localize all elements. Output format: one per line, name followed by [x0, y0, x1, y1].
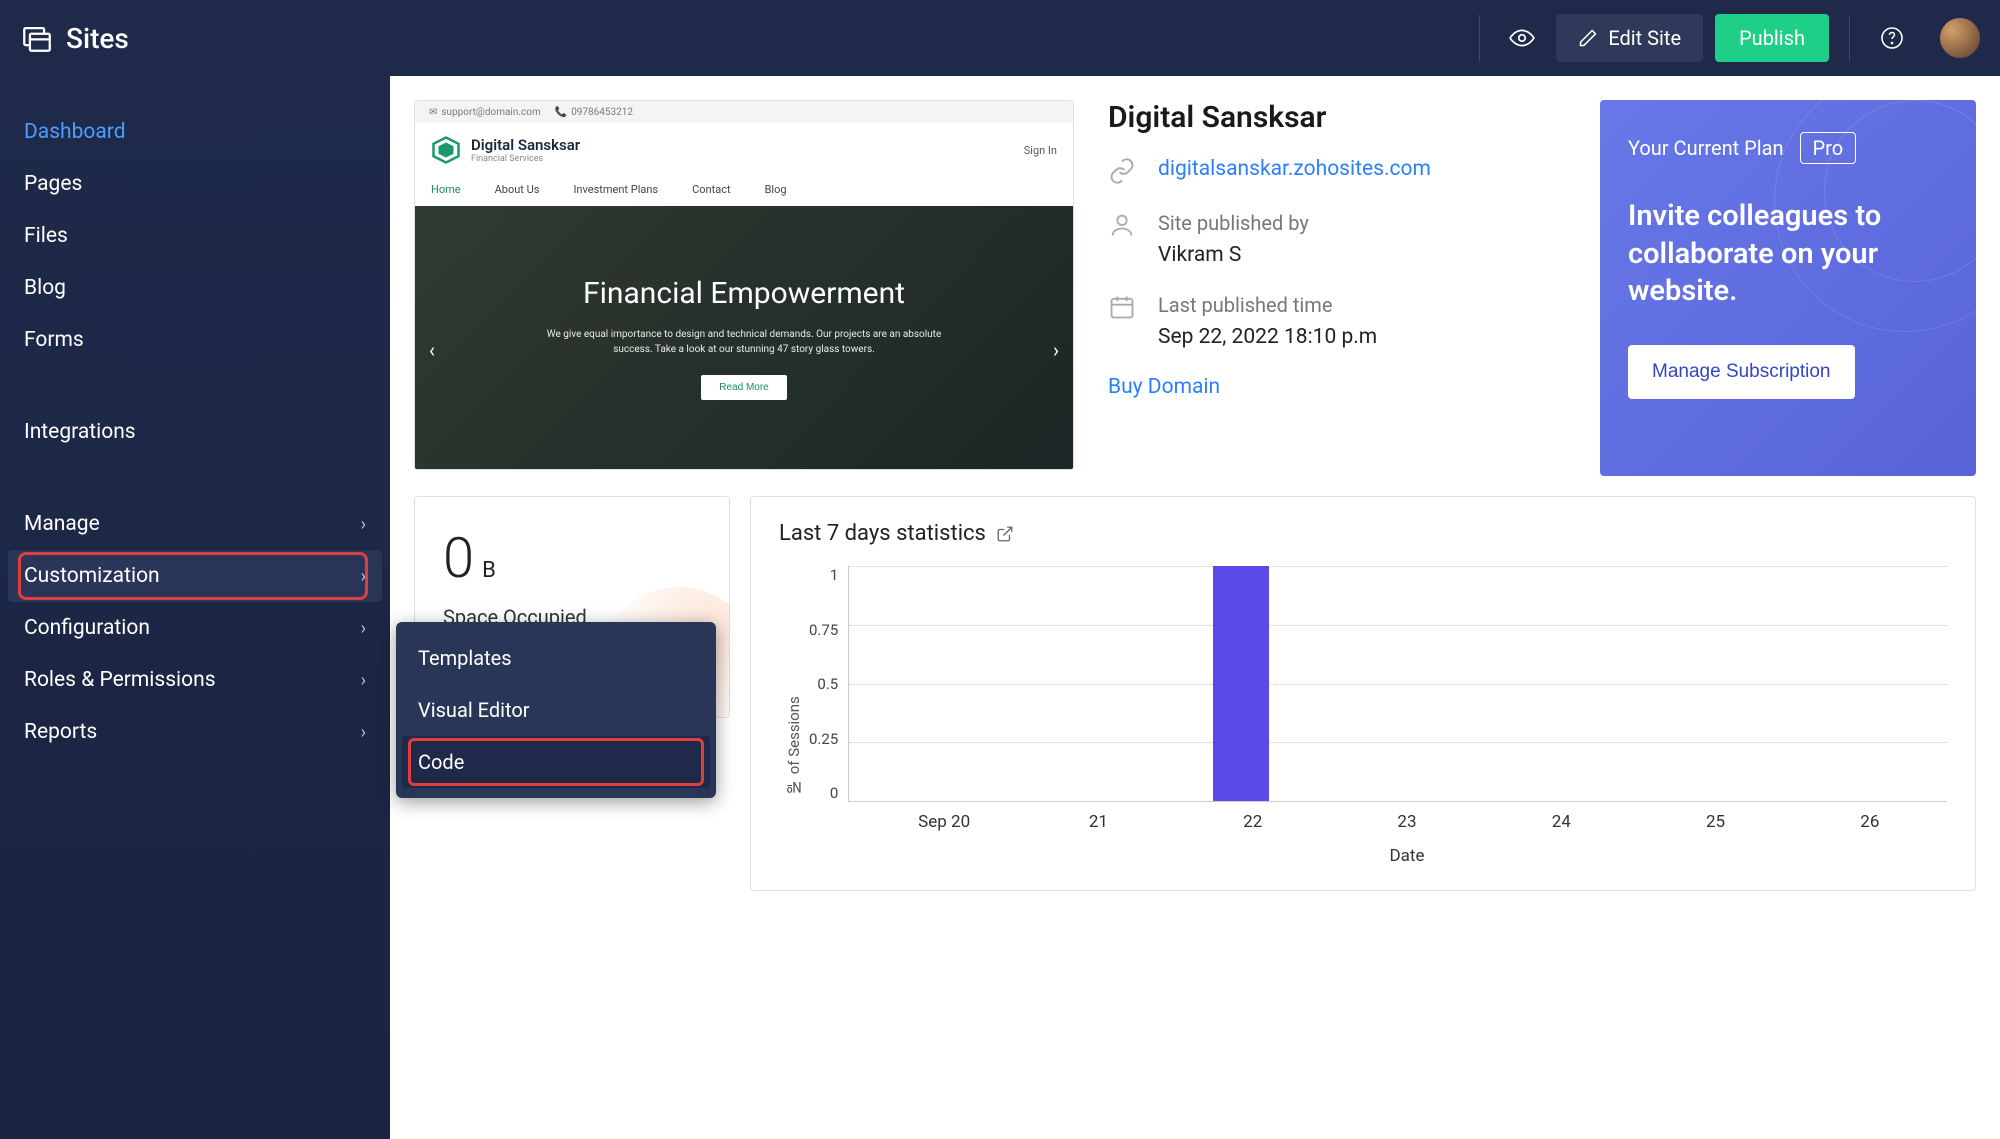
help-icon: [1880, 26, 1904, 50]
help-button[interactable]: [1870, 16, 1914, 60]
pencil-icon: [1578, 28, 1598, 48]
buy-domain-link[interactable]: Buy Domain: [1108, 375, 1431, 399]
sidebar-item-blog[interactable]: Blog: [0, 262, 390, 314]
plan-current-label: Your Current Plan: [1628, 136, 1784, 160]
avatar[interactable]: [1940, 18, 1980, 58]
preview-logo-icon: [431, 135, 461, 165]
preview-button[interactable]: [1500, 16, 1544, 60]
external-link-icon[interactable]: [996, 525, 1014, 543]
chevron-right-icon: ›: [361, 514, 366, 535]
carousel-next-icon: ›: [1053, 338, 1059, 362]
sidebar-item-roles-permissions[interactable]: Roles & Permissions›: [0, 654, 390, 706]
plan-headline: Invite colleagues to collaborate on your…: [1628, 198, 1948, 311]
preview-nav: Home About Us Investment Plans Contact B…: [415, 177, 1073, 206]
stats-title: Last 7 days statistics: [779, 521, 986, 546]
submenu-item-templates[interactable]: Templates: [396, 632, 716, 684]
chevron-right-icon: ›: [361, 618, 366, 639]
app-title: Sites: [66, 22, 129, 55]
calendar-icon: [1108, 293, 1136, 321]
last-published-label: Last published time: [1158, 293, 1377, 317]
user-icon: [1108, 211, 1136, 239]
sidebar-item-integrations[interactable]: Integrations: [0, 406, 390, 458]
last-published-value: Sep 22, 2022 18:10 p.m: [1158, 325, 1377, 349]
chevron-right-icon: ›: [361, 722, 366, 743]
customization-submenu: Templates Visual Editor Code: [396, 622, 716, 798]
published-by-value: Vikram S: [1158, 243, 1309, 267]
topbar: Sites Edit Site Publish: [0, 0, 2000, 76]
preview-brand: Digital Sansksar: [471, 136, 580, 154]
submenu-item-code[interactable]: Code: [402, 736, 710, 788]
preview-readmore-button: Read More: [701, 375, 786, 400]
chart-xaxis: Sep 20212223242526: [809, 812, 1947, 832]
site-title: Digital Sansksar: [1108, 100, 1431, 135]
sidebar-item-files[interactable]: Files: [0, 210, 390, 262]
stats-card: Last 7 days statistics № of Sessions 1 0…: [750, 496, 1976, 891]
site-url[interactable]: digitalsanskar.zohosites.com: [1158, 157, 1431, 181]
site-preview[interactable]: ✉ support@domain.com 📞 09786453212 Digit…: [414, 100, 1074, 470]
bar: [1213, 566, 1269, 801]
main: ✉ support@domain.com 📞 09786453212 Digit…: [390, 76, 2000, 1139]
site-info: Digital Sansksar digitalsanskar.zohosite…: [1108, 100, 1431, 476]
publish-button[interactable]: Publish: [1715, 14, 1829, 62]
published-by-label: Site published by: [1158, 211, 1309, 235]
submenu-item-visual-editor[interactable]: Visual Editor: [396, 684, 716, 736]
chart-area: [848, 566, 1947, 802]
plan-card: Your Current Plan Pro Invite colleagues …: [1600, 100, 1976, 476]
chart-ylabel: № of Sessions: [779, 566, 809, 866]
eye-icon: [1509, 25, 1535, 51]
space-unit: B: [482, 558, 496, 583]
sidebar-item-configuration[interactable]: Configuration›: [0, 602, 390, 654]
sidebar: Dashboard Pages Files Blog Forms Integra…: [0, 76, 390, 1139]
link-icon: [1108, 157, 1136, 185]
preview-phone: 📞 09786453212: [555, 107, 633, 118]
manage-subscription-button[interactable]: Manage Subscription: [1628, 345, 1855, 399]
sidebar-item-pages[interactable]: Pages: [0, 158, 390, 210]
chart-yaxis: 1 0.75 0.5 0.25 0: [809, 566, 848, 802]
carousel-prev-icon: ‹: [429, 338, 435, 362]
space-value: 0: [443, 525, 474, 591]
chevron-right-icon: ›: [361, 670, 366, 691]
sidebar-item-reports[interactable]: Reports›: [0, 706, 390, 758]
preview-signin: Sign In: [1024, 144, 1057, 157]
preview-hero: ‹ Financial Empowerment We give equal im…: [415, 206, 1073, 469]
sidebar-item-forms[interactable]: Forms: [0, 314, 390, 366]
edit-site-button[interactable]: Edit Site: [1556, 14, 1703, 62]
plan-badge: Pro: [1800, 132, 1857, 164]
preview-brand-sub: Financial Services: [471, 154, 580, 164]
sidebar-item-dashboard[interactable]: Dashboard: [0, 106, 390, 158]
preview-hero-title: Financial Empowerment: [583, 276, 905, 311]
preview-hero-text: We give equal importance to design and t…: [544, 327, 944, 357]
chevron-right-icon: ›: [361, 566, 366, 587]
app-logo[interactable]: Sites: [20, 21, 129, 55]
sidebar-item-manage[interactable]: Manage›: [0, 498, 390, 550]
chart: № of Sessions 1 0.75 0.5 0.25 0: [779, 566, 1947, 866]
chart-xlabel: Date: [809, 846, 1947, 866]
sidebar-item-customization[interactable]: Customization›: [8, 550, 382, 602]
sites-icon: [20, 21, 54, 55]
preview-email: ✉ support@domain.com: [429, 107, 541, 118]
